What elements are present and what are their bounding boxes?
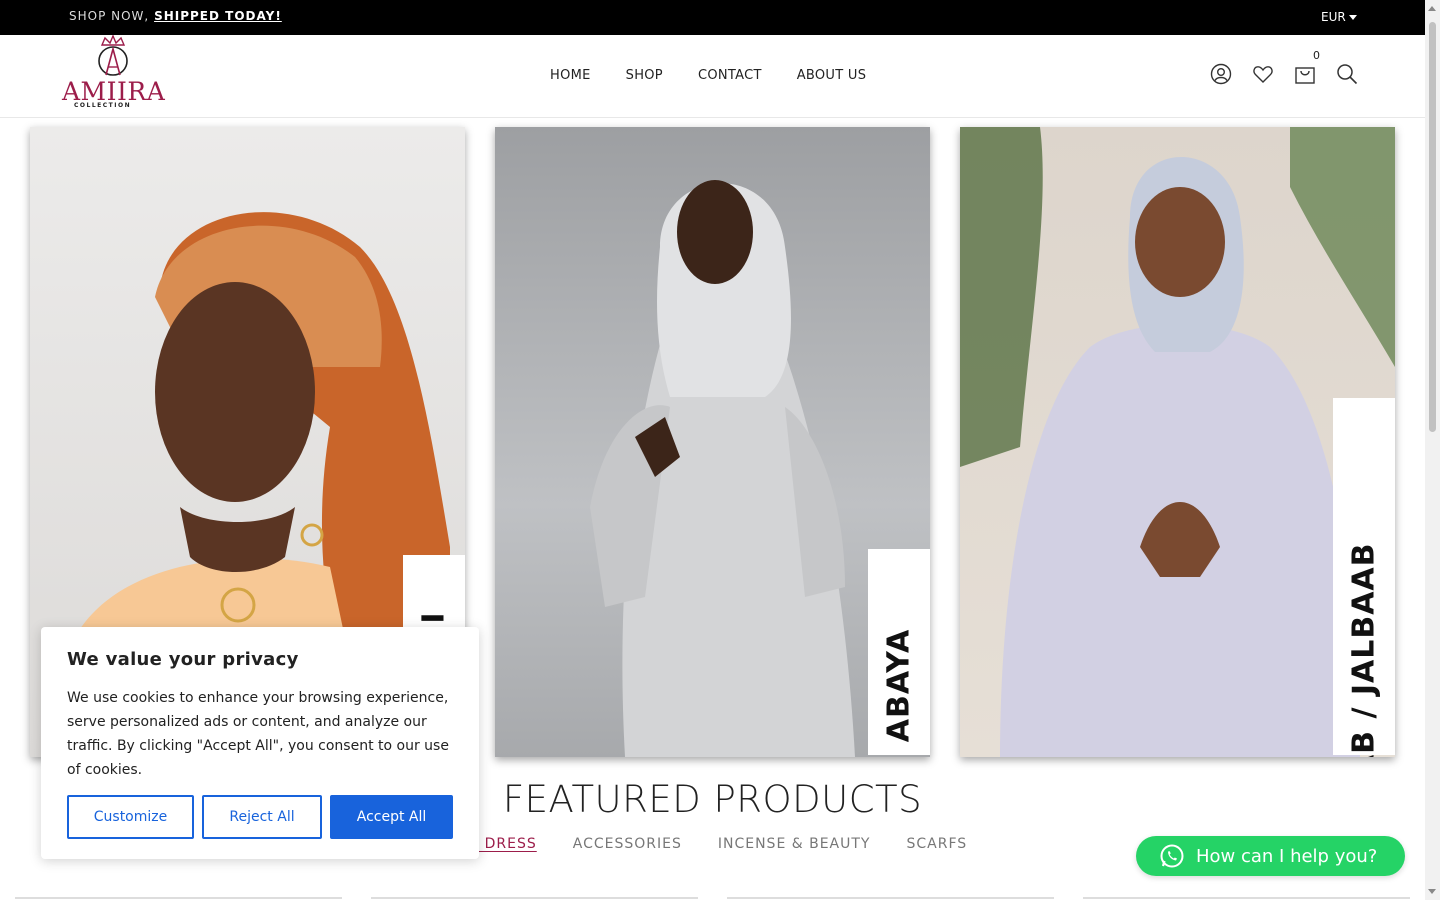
whatsapp-chat-button[interactable]: How can I help you?	[1136, 836, 1405, 876]
scroll-down-arrow-icon[interactable]	[1428, 889, 1436, 894]
accept-all-button[interactable]: Accept All	[330, 795, 453, 839]
reject-all-button[interactable]: Reject All	[202, 795, 322, 839]
header-icons	[1210, 63, 1358, 85]
cart-count-badge: 0	[1313, 49, 1320, 62]
crown-logo-icon	[98, 35, 128, 76]
logo[interactable]: AMIIRA COLLECTION	[60, 35, 165, 111]
currency-selector[interactable]: EUR	[1321, 10, 1357, 24]
tab-incense-beauty[interactable]: INCENSE & BEAUTY	[718, 836, 871, 852]
nav-shop[interactable]: SHOP	[626, 68, 663, 83]
category-card-abaya[interactable]: ABAYA	[495, 127, 930, 757]
category-label-box: HIJAB / JALBAAB	[1333, 398, 1395, 757]
category-label-box: ABAYA	[868, 549, 930, 755]
whatsapp-label: How can I help you?	[1196, 845, 1378, 867]
category-image	[960, 127, 1395, 757]
cookie-title: We value your privacy	[67, 649, 299, 670]
product-card-edge	[15, 897, 342, 899]
cookie-body: We use cookies to enhance your browsing …	[67, 690, 449, 778]
product-card-edge	[1083, 897, 1410, 899]
whatsapp-icon	[1160, 844, 1184, 868]
product-card-edge	[727, 897, 1054, 899]
logo-sub: COLLECTION	[74, 102, 132, 109]
promo-text: SHOP NOW, SHIPPED TODAY!	[69, 9, 282, 23]
page-scrollbar[interactable]	[1425, 0, 1440, 900]
category-image	[495, 127, 930, 757]
currency-label: EUR	[1321, 10, 1346, 24]
caret-down-icon	[1348, 15, 1357, 20]
promo-link[interactable]: SHIPPED TODAY!	[154, 9, 282, 23]
category-card-hijab-jalbaab[interactable]: HIJAB / JALBAAB	[960, 127, 1395, 757]
user-icon[interactable]	[1210, 63, 1232, 85]
scrollbar-thumb[interactable]	[1429, 22, 1436, 432]
customize-button[interactable]: Customize	[67, 795, 194, 839]
cart-icon[interactable]	[1294, 63, 1316, 85]
promo-prefix: SHOP NOW,	[69, 9, 155, 23]
product-card-edge	[371, 897, 698, 899]
category-label: ABAYA	[881, 628, 917, 743]
heart-icon[interactable]	[1252, 63, 1274, 85]
category-label: HIJAB / JALBAAB	[1346, 542, 1382, 757]
category-label: I	[416, 611, 452, 624]
announcement-bar: SHOP NOW, SHIPPED TODAY! EUR	[0, 0, 1425, 35]
cookie-banner: We value your privacy We use cookies to …	[41, 627, 479, 859]
main-nav: HOME SHOP CONTACT ABOUT US	[550, 68, 866, 83]
search-icon[interactable]	[1336, 63, 1358, 85]
tab-scarfs[interactable]: SCARFS	[906, 836, 967, 852]
featured-tabs: ATI DRESS ACCESSORIES INCENSE & BEAUTY S…	[455, 836, 967, 852]
tab-accessories[interactable]: ACCESSORIES	[573, 836, 682, 852]
nav-about-us[interactable]: ABOUT US	[797, 68, 867, 83]
site-header: AMIIRA COLLECTION HOME SHOP CONTACT ABOU…	[0, 35, 1425, 118]
nav-contact[interactable]: CONTACT	[698, 68, 762, 83]
scroll-up-arrow-icon[interactable]	[1428, 6, 1436, 11]
cookie-actions: Customize Reject All Accept All	[67, 795, 453, 839]
nav-home[interactable]: HOME	[550, 68, 591, 83]
